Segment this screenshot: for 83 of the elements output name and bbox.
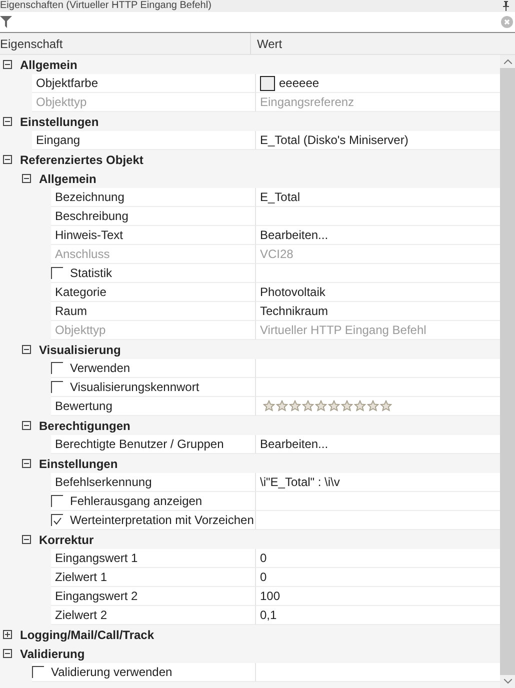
property-value[interactable]: 0,1 [260,608,277,622]
checkbox[interactable] [51,514,63,526]
property-value[interactable]: Technikraum [260,304,328,318]
star-icon[interactable] [263,400,275,412]
property-name: Eingangswert 2 [55,589,138,603]
star-icon[interactable] [276,400,288,412]
star-icon[interactable] [289,400,301,412]
group-label: Berechtigungen [39,418,130,432]
property-name: Objektfarbe [36,76,98,90]
pin-icon[interactable] [501,1,511,11]
property-value[interactable]: 100 [260,589,280,603]
scroll-up-icon[interactable] [504,59,512,64]
star-icon[interactable] [341,400,353,412]
group-label: Visualisierung [39,342,121,356]
filter-icon [0,16,12,28]
group-label: Korrektur [39,532,94,546]
property-name: Hinweis-Text [55,228,124,242]
collapse-icon[interactable] [22,421,31,430]
collapse-icon[interactable] [22,174,31,183]
property-name: Zielwert 1 [55,570,108,584]
star-icon[interactable] [354,400,366,412]
group-label: Einstellungen [20,114,99,128]
checkbox-label: Statistik [70,266,112,280]
column-header[interactable]: Wert [251,33,515,54]
star-icon[interactable] [315,400,327,412]
property-name: Befehlserkennung [55,475,152,489]
group-label: Allgemein [39,172,96,186]
property-value[interactable]: 0 [260,551,267,565]
filter-field[interactable] [0,12,515,33]
property-value: Eingangsreferenz [260,95,354,109]
star-icon[interactable] [302,400,314,412]
property-name: Objekttyp [36,95,87,109]
group-label: Logging/Mail/Call/Track [20,628,154,642]
collapse-icon[interactable] [22,535,31,544]
expand-icon[interactable] [3,630,12,639]
property-value[interactable]: eeeeee [279,76,320,90]
group-label: Allgemein [20,58,78,72]
property-name: Raum [55,304,88,318]
star-icon[interactable] [367,400,379,412]
property-name: Eingang [36,133,80,147]
collapse-icon[interactable] [3,155,12,164]
checkbox-label: Visualisierungskennwort [70,380,200,394]
property-value[interactable]: \i"E_Total" : \i\v [260,475,340,489]
checkbox[interactable] [51,362,63,374]
property-name: Bewertung [55,399,112,413]
checkbox[interactable] [51,495,63,507]
collapse-icon[interactable] [3,60,12,69]
scroll-down-icon[interactable] [504,679,512,684]
collapse-icon[interactable] [3,649,12,658]
property-name: Objekttyp [55,323,106,337]
checkbox[interactable] [32,666,44,678]
property-name: Kategorie [55,285,106,299]
group-label: Einstellungen [39,456,118,470]
checkbox-label: Verwenden [70,361,130,375]
star-icon[interactable] [328,400,340,412]
property-name: Beschreibung [55,209,128,223]
checkbox-label: Fehlerausgang anzeigen [70,494,202,508]
color-swatch[interactable] [260,76,275,90]
checkbox[interactable] [51,381,63,393]
property-value[interactable]: Bearbeiten... [260,228,328,242]
panel-title: Eigenschaften (Virtueller HTTP Eingang Befehl) [0,0,212,12]
property-value[interactable]: E_Total (Disko's Miniserver) [260,133,408,147]
property-name: Bezeichnung [55,190,124,204]
group-label: Validierung [20,646,85,660]
group-label: Referenziertes Objekt [20,152,144,166]
property-value[interactable]: E_Total [260,190,300,204]
collapse-icon[interactable] [3,117,12,126]
property-name: Anschluss [55,247,110,261]
property-value[interactable]: Photovoltaik [260,285,326,299]
checkbox-label: Werteinterpretation mit Vorzeichen [70,513,254,527]
collapse-icon[interactable] [22,459,31,468]
checkbox-label: Validierung verwenden [51,665,172,679]
property-value[interactable]: Bearbeiten... [260,437,328,451]
property-value: VCI28 [260,247,294,261]
property-name: Zielwert 2 [55,608,108,622]
property-name: Berechtigte Benutzer / Gruppen [55,437,224,451]
property-value[interactable]: 0 [260,570,267,584]
column-header[interactable]: Eigenschaft [0,33,251,54]
property-name: Eingangswert 1 [55,551,138,565]
checkbox[interactable] [51,267,63,279]
star-icon[interactable] [380,400,392,412]
collapse-icon[interactable] [22,345,31,354]
property-value: Virtueller HTTP Eingang Befehl [260,323,426,337]
